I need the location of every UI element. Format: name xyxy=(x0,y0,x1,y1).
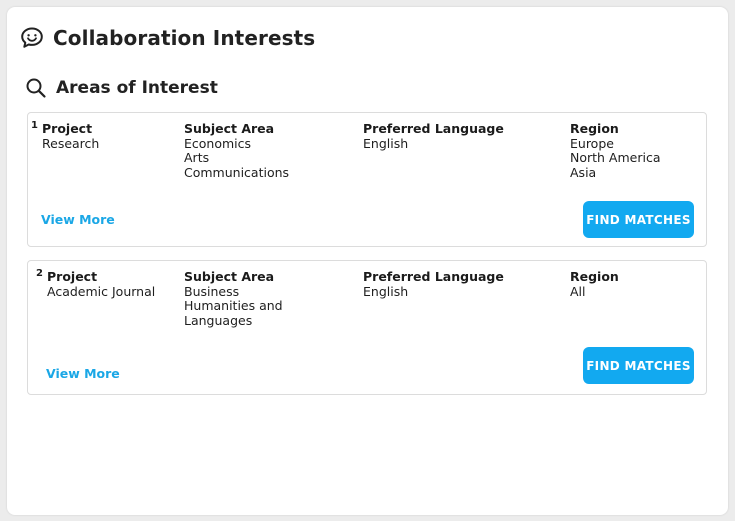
region-column: Region Europe North America Asia xyxy=(570,121,661,180)
subject-area-value: Business xyxy=(184,283,240,299)
interest-card: 1 Project Research Subject Area Economic… xyxy=(27,112,707,247)
subject-area-value: Languages xyxy=(184,312,253,328)
view-more-link[interactable]: View More xyxy=(41,212,115,227)
region-value: All xyxy=(570,283,586,299)
project-value: Research xyxy=(42,135,100,151)
region-value: Europe xyxy=(570,135,614,151)
region-value: North America xyxy=(570,150,661,165)
view-more-link[interactable]: View More xyxy=(46,366,120,381)
project-column: Project Research xyxy=(42,121,100,151)
search-icon xyxy=(26,78,46,98)
interest-number: 2 xyxy=(36,268,43,279)
section-header: Areas of Interest xyxy=(25,77,218,99)
find-matches-button[interactable]: FIND MATCHES xyxy=(583,347,694,384)
preferred-language-column: Preferred Language English xyxy=(363,121,504,151)
region-label: Region xyxy=(570,269,619,284)
collaboration-interests-panel: Collaboration Interests Areas of Interes… xyxy=(7,7,728,515)
subject-area-column: Subject Area Business Humanities and Lan… xyxy=(184,269,283,328)
project-column: Project Academic Journal xyxy=(47,269,156,299)
project-label: Project xyxy=(47,269,98,284)
preferred-language-value: English xyxy=(363,283,409,299)
subject-area-label: Subject Area xyxy=(184,121,275,136)
region-value: Asia xyxy=(570,164,597,180)
subject-area-value: Arts xyxy=(184,150,210,165)
subject-area-value: Humanities and xyxy=(184,298,283,313)
page-title: Collaboration Interests xyxy=(53,26,316,50)
region-label: Region xyxy=(570,121,619,136)
subject-area-label: Subject Area xyxy=(184,269,275,284)
subject-area-column: Subject Area Economics Arts Communicatio… xyxy=(184,121,290,180)
subject-area-value: Communications xyxy=(184,164,290,180)
interest-number: 1 xyxy=(31,120,38,131)
subject-area-value: Economics xyxy=(184,135,252,151)
interest-card: 2 Project Academic Journal Subject Area … xyxy=(27,260,707,395)
section-title: Areas of Interest xyxy=(56,78,218,98)
preferred-language-column: Preferred Language English xyxy=(363,269,504,299)
find-matches-button[interactable]: FIND MATCHES xyxy=(583,201,694,238)
project-value: Academic Journal xyxy=(47,283,156,299)
chat-smile-icon xyxy=(21,27,43,48)
panel-header: Collaboration Interests xyxy=(19,25,315,51)
region-column: Region All xyxy=(570,269,619,299)
preferred-language-label: Preferred Language xyxy=(363,269,504,284)
preferred-language-value: English xyxy=(363,135,409,151)
project-label: Project xyxy=(42,121,93,136)
preferred-language-label: Preferred Language xyxy=(363,121,504,136)
